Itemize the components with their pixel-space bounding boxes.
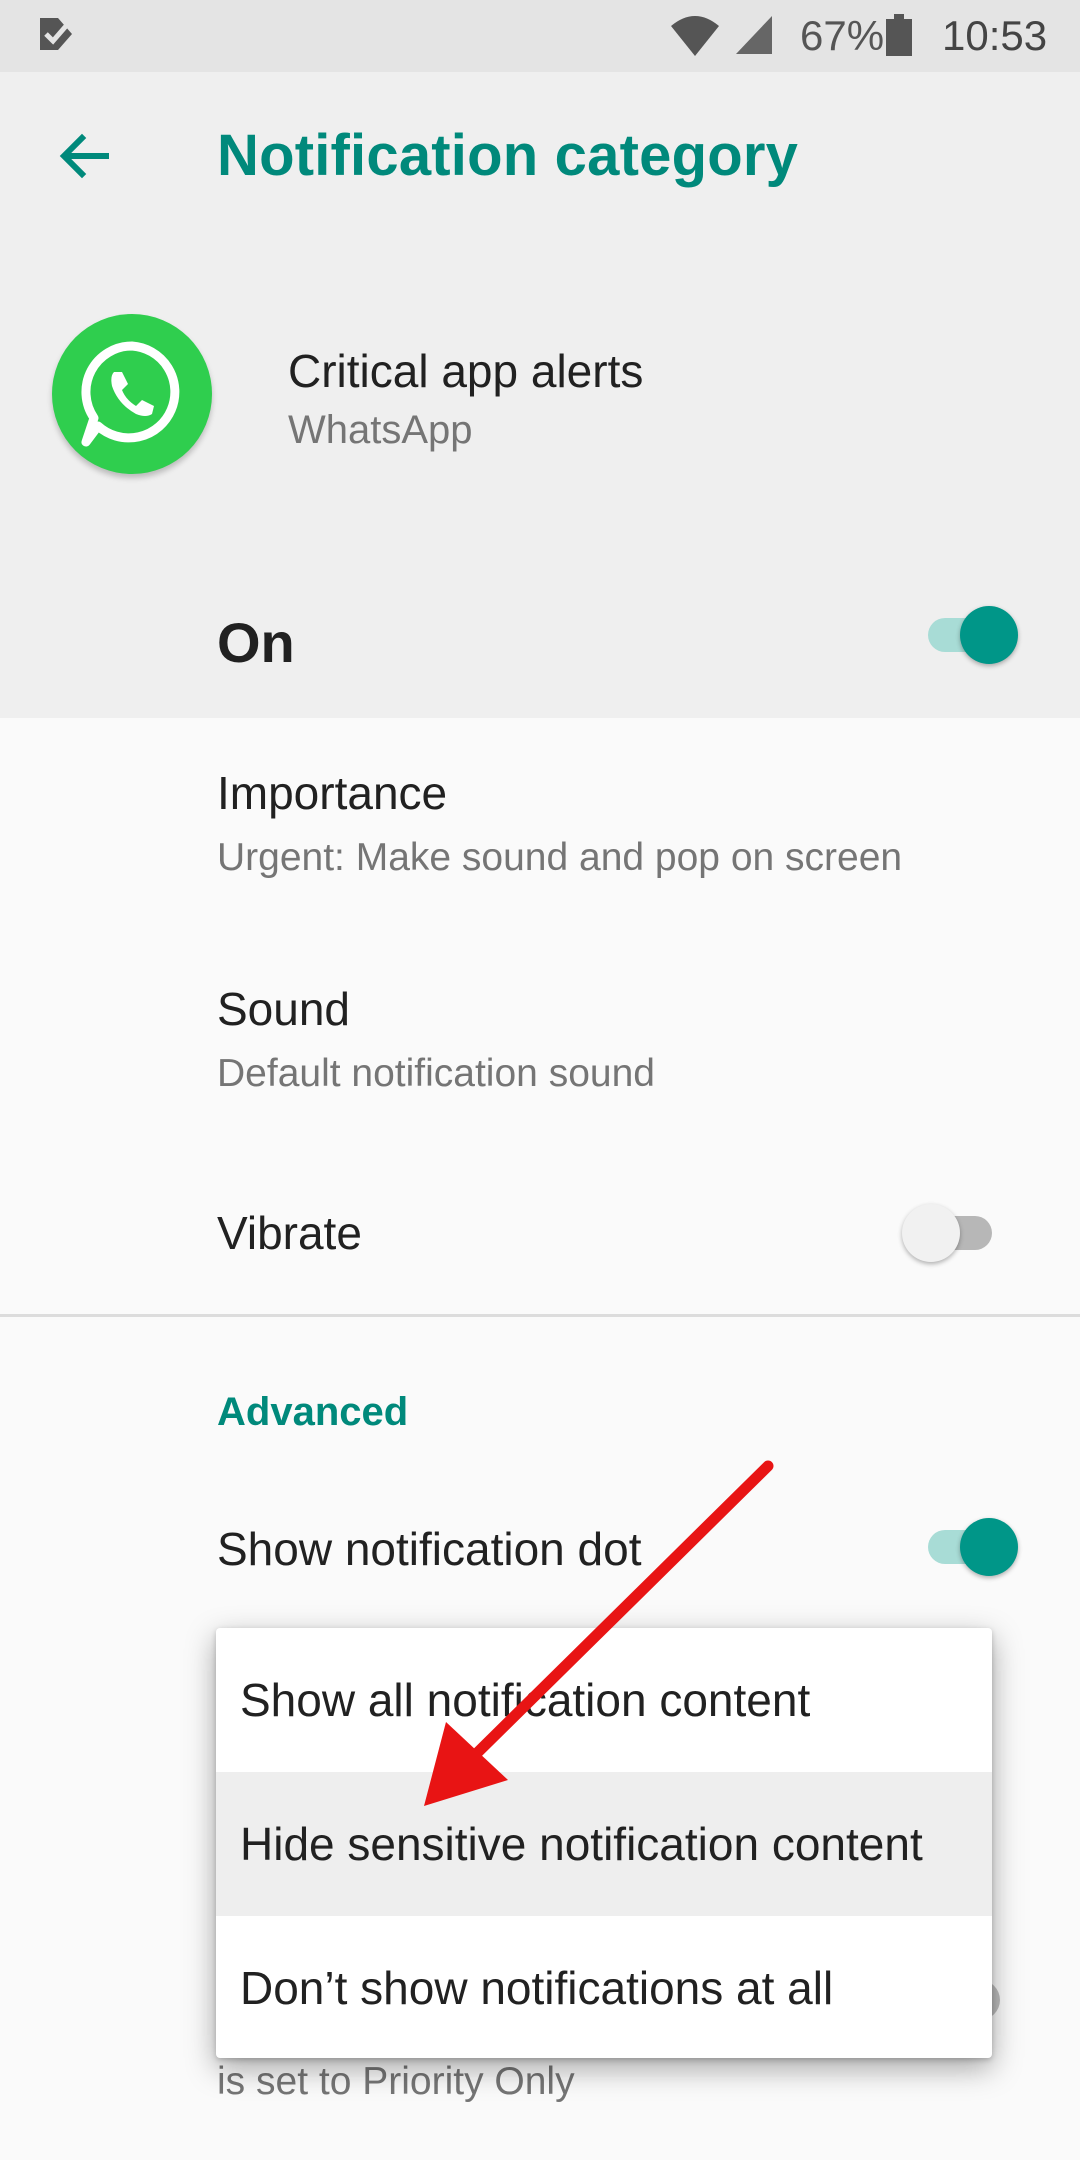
importance-title: Importance [217,767,448,819]
category-header: Notification category Critical app alert… [0,72,1080,718]
vibrate-title: Vibrate [217,1207,362,1259]
advanced-section-header: Advanced [217,1390,409,1434]
switch-thumb [960,1518,1018,1576]
wifi-icon [671,16,719,56]
importance-summary: Urgent: Make sound and pop on screen [217,836,903,879]
whatsapp-logo-icon [52,314,212,474]
master-toggle-switch[interactable] [922,606,1018,664]
app-name: WhatsApp [288,408,473,452]
sound-summary: Default notification sound [217,1052,655,1095]
obscured-preference-summary: is set to Priority Only [217,2060,575,2103]
section-divider [0,1314,1080,1317]
menu-item-hide-sensitive[interactable]: Hide sensitive notification content [216,1772,992,1916]
status-bar: 67% 10:53 [0,0,1080,72]
cell-signal-icon [736,16,772,54]
battery-icon [886,14,912,56]
lock-screen-options-menu: Show all notification content Hide sensi… [216,1628,992,2058]
page-title: Notification category [217,123,799,188]
notification-dot-switch[interactable] [922,1518,1018,1576]
vibrate-switch[interactable] [902,1204,998,1262]
switch-thumb [902,1204,960,1262]
clock: 10:53 [942,12,1048,59]
menu-item-show-all[interactable]: Show all notification content [216,1628,992,1772]
master-toggle-label: On [217,611,295,674]
switch-thumb [960,606,1018,664]
notification-check-icon [40,18,72,50]
menu-item-dont-show[interactable]: Don’t show notifications at all [216,1916,992,2058]
category-name: Critical app alerts [288,345,644,397]
battery-percentage: 67% [800,12,885,59]
back-button[interactable] [52,124,116,188]
arrow-back-icon [59,133,109,179]
notification-dot-title: Show notification dot [217,1523,642,1575]
sound-title: Sound [217,983,351,1035]
